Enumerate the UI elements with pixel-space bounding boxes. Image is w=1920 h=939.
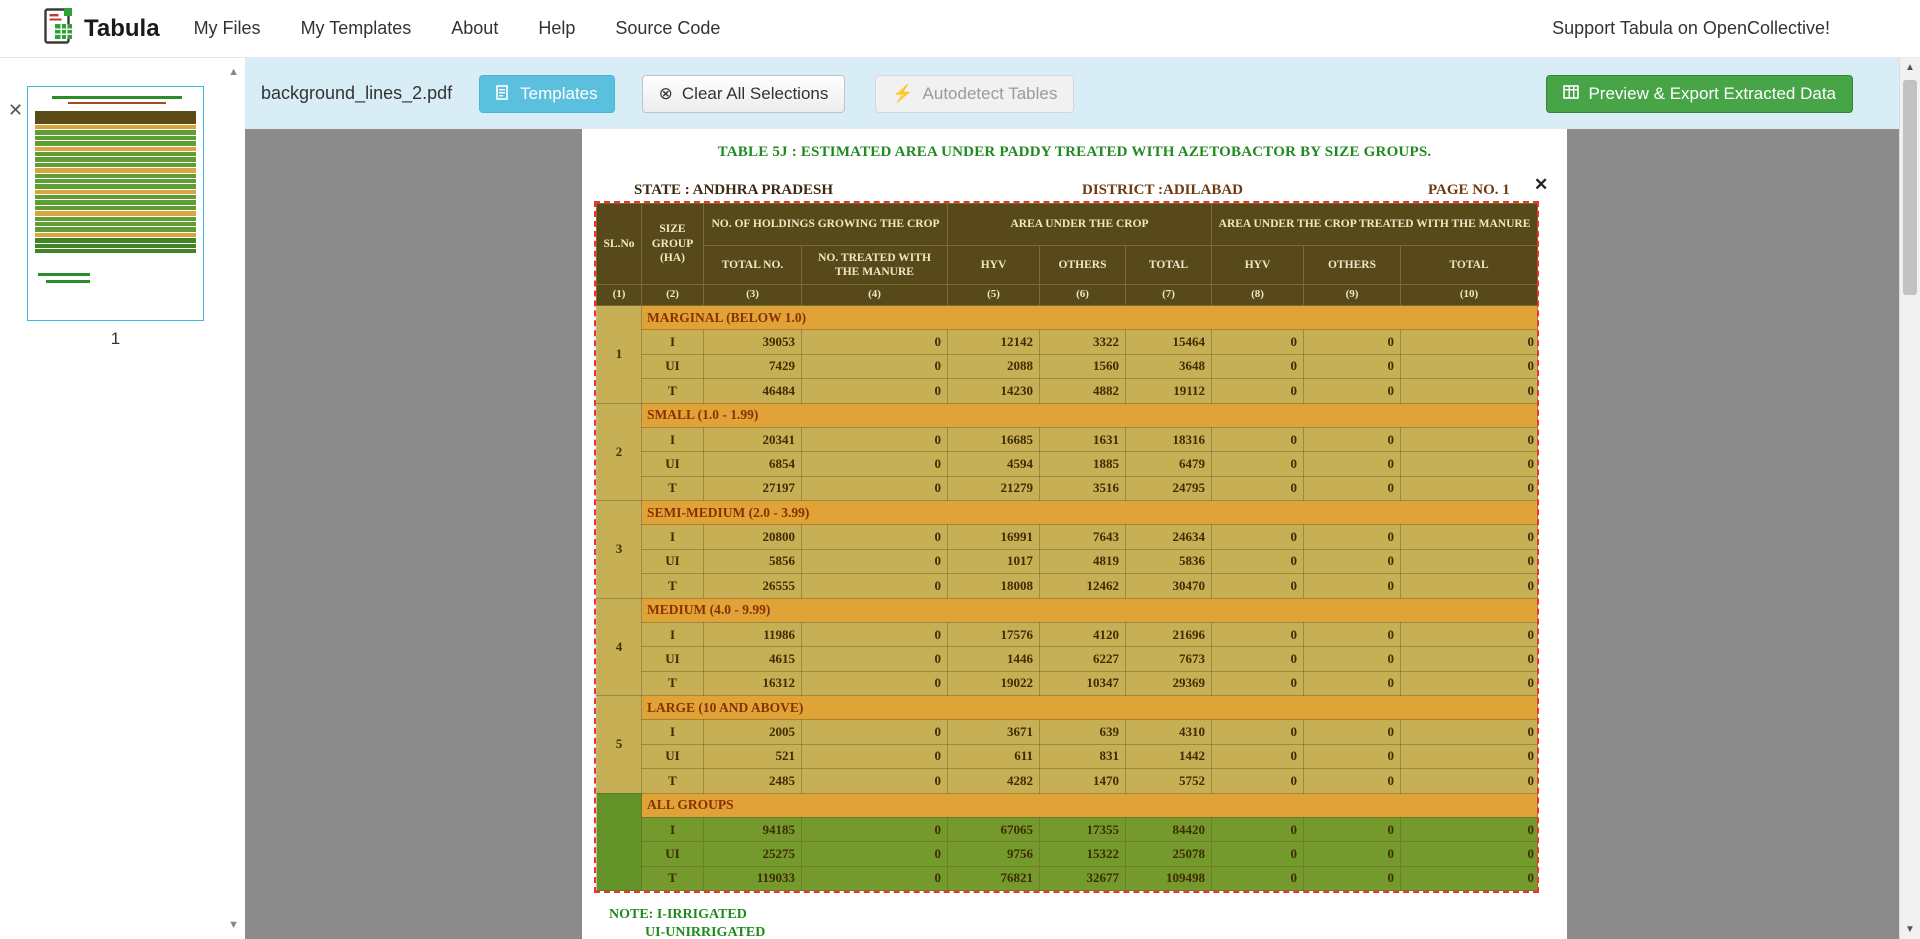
export-button-label: Preview & Export Extracted Data bbox=[1588, 84, 1836, 104]
pdf-page[interactable]: TABLE 5J : ESTIMATED AREA UNDER PADDY TR… bbox=[582, 129, 1567, 939]
thumbnail-row bbox=[35, 211, 196, 215]
page-thumbnail[interactable] bbox=[27, 86, 204, 321]
thumbnail-row bbox=[35, 206, 196, 210]
lightning-icon: ⚡ bbox=[892, 85, 913, 102]
thumbnail-row bbox=[35, 136, 196, 140]
main-scrollbar[interactable]: ▲ ▼ bbox=[1899, 58, 1920, 939]
thumbnail-mini-table bbox=[35, 111, 196, 254]
thumbnail-row bbox=[35, 179, 196, 183]
thumbnail-row bbox=[35, 157, 196, 161]
scroll-down-icon[interactable]: ▼ bbox=[1900, 924, 1920, 935]
preview-export-button[interactable]: Preview & Export Extracted Data bbox=[1546, 75, 1853, 113]
thumbnail-row bbox=[35, 174, 196, 178]
nav-links: My Files My Templates About Help Source … bbox=[194, 18, 721, 39]
nav-link-my-files[interactable]: My Files bbox=[194, 18, 261, 39]
nav-link-my-templates[interactable]: My Templates bbox=[301, 18, 412, 39]
thumbnail-table-header bbox=[35, 111, 196, 124]
sidebar-scroll-up-icon[interactable]: ▲ bbox=[228, 66, 239, 78]
sidebar-scroll-down-icon[interactable]: ▼ bbox=[228, 919, 239, 931]
toolbar: background_lines_2.pdf Templates ⊗ Clear… bbox=[245, 58, 1899, 129]
tabula-brand[interactable]: Tabula bbox=[44, 8, 160, 49]
thumbnail-row bbox=[35, 249, 196, 253]
thumbnail-row bbox=[35, 233, 196, 237]
thumbnail-row bbox=[35, 152, 196, 156]
thumbnail-note-line bbox=[46, 280, 90, 283]
thumbnail-row bbox=[35, 195, 196, 199]
thumbnail-title-line bbox=[52, 96, 182, 99]
thumbnail-row bbox=[35, 244, 196, 248]
thumbnail-row bbox=[35, 217, 196, 221]
thumbnail-page-number: 1 bbox=[27, 329, 204, 349]
thumbnail-row bbox=[35, 184, 196, 188]
doc-note-irrigated: NOTE: I-IRRIGATED bbox=[609, 907, 747, 923]
scroll-up-icon[interactable]: ▲ bbox=[1900, 62, 1920, 73]
thumbnail-row bbox=[35, 190, 196, 194]
page-thumbnails-sidebar: ✕ 1 ▲ ▼ bbox=[0, 58, 245, 939]
templates-button[interactable]: Templates bbox=[479, 75, 614, 113]
current-filename: background_lines_2.pdf bbox=[261, 83, 452, 104]
clear-all-selections-button[interactable]: ⊗ Clear All Selections bbox=[642, 75, 846, 113]
doc-note-unirrigated: UI-UNIRRIGATED bbox=[645, 925, 765, 939]
thumbnail-row bbox=[35, 147, 196, 151]
remove-page-icon[interactable]: ✕ bbox=[8, 100, 23, 121]
top-navbar: Tabula My Files My Templates About Help … bbox=[0, 0, 1920, 58]
tabula-logo-icon bbox=[44, 8, 74, 49]
thumbnail-row bbox=[35, 130, 196, 134]
thumbnail-row bbox=[35, 222, 196, 226]
scrollbar-thumb[interactable] bbox=[1903, 80, 1917, 295]
clear-selections-icon: ⊗ bbox=[659, 85, 673, 102]
table-selection-box[interactable] bbox=[594, 201, 1539, 893]
doc-title: TABLE 5J : ESTIMATED AREA UNDER PADDY TR… bbox=[582, 144, 1567, 161]
thumbnail-row bbox=[35, 227, 196, 231]
autodetect-button-label: Autodetect Tables bbox=[923, 84, 1058, 104]
doc-state: STATE : ANDHRA PRADESH bbox=[634, 182, 833, 199]
autodetect-tables-button[interactable]: ⚡ Autodetect Tables bbox=[875, 75, 1074, 113]
templates-button-label: Templates bbox=[520, 84, 597, 104]
template-upload-icon bbox=[496, 85, 511, 103]
thumbnail-row bbox=[35, 200, 196, 204]
thumbnail-note-line bbox=[38, 273, 90, 276]
brand-name: Tabula bbox=[84, 15, 160, 43]
nav-link-about[interactable]: About bbox=[451, 18, 498, 39]
remove-selection-icon[interactable]: ✕ bbox=[1534, 175, 1548, 195]
thumbnail-row bbox=[35, 238, 196, 242]
thumbnail-row bbox=[35, 125, 196, 129]
thumbnail-row bbox=[35, 163, 196, 167]
doc-page-number: PAGE NO. 1 bbox=[1428, 182, 1510, 199]
clear-button-label: Clear All Selections bbox=[682, 84, 828, 104]
thumbnail-row bbox=[35, 168, 196, 172]
export-table-icon bbox=[1563, 85, 1579, 102]
pdf-viewer-area: TABLE 5J : ESTIMATED AREA UNDER PADDY TR… bbox=[245, 129, 1899, 939]
thumbnail-row bbox=[35, 141, 196, 145]
thumbnail-subtitle-line bbox=[68, 102, 166, 104]
support-opencollective-link[interactable]: Support Tabula on OpenCollective! bbox=[1552, 18, 1830, 39]
nav-link-help[interactable]: Help bbox=[538, 18, 575, 39]
doc-district: DISTRICT :ADILABAD bbox=[1082, 182, 1243, 199]
nav-link-source-code[interactable]: Source Code bbox=[615, 18, 720, 39]
